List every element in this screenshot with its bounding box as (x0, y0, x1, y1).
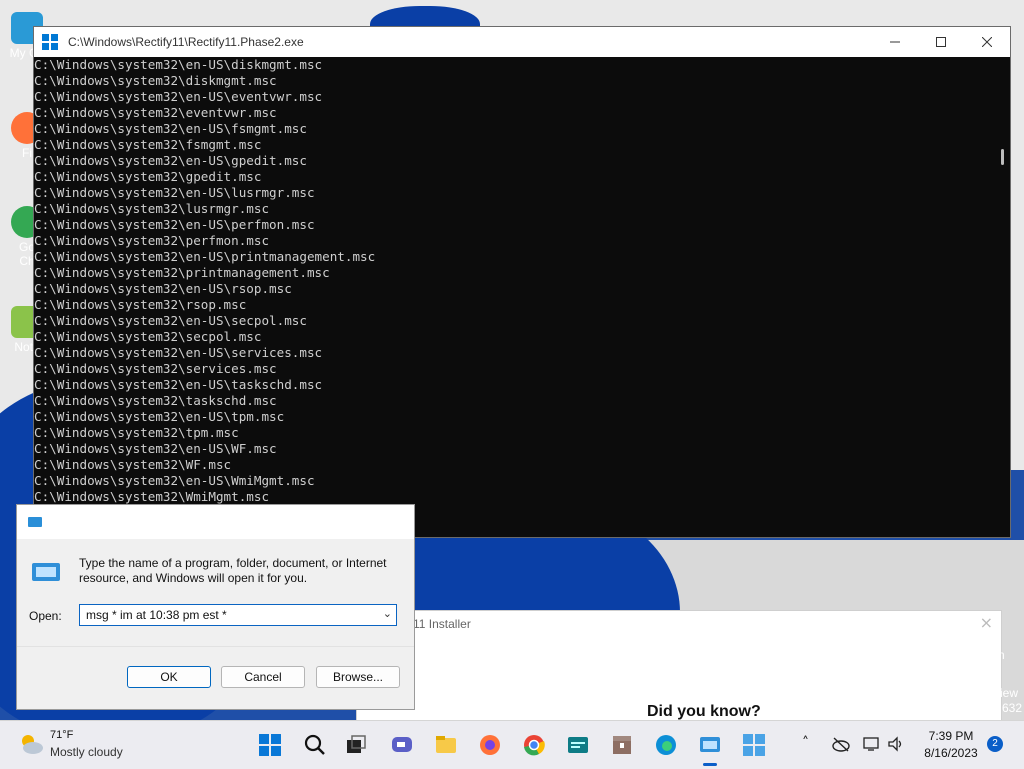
maximize-icon (936, 37, 946, 47)
run-titlebar[interactable] (17, 505, 414, 539)
chat-icon[interactable] (390, 733, 414, 757)
console-line: C:\Windows\system32\WF.msc (34, 457, 232, 472)
console-line: C:\Windows\system32\en-US\services.msc (34, 345, 323, 360)
console-line: C:\Windows\system32\secpol.msc (34, 329, 262, 344)
console-line: C:\Windows\system32\en-US\diskmgmt.msc (34, 57, 323, 72)
minimize-icon (890, 41, 900, 43)
partial-text: iew (1000, 686, 1019, 700)
network-icon[interactable] (863, 736, 881, 752)
console-line: C:\Windows\system32\eventvwr.msc (34, 105, 277, 120)
open-input[interactable]: msg * im at 10:38 pm est * (86, 608, 227, 622)
console-line: C:\Windows\system32\gpedit.msc (34, 169, 262, 184)
console-line: C:\Windows\system32\en-US\lusrmgr.msc (34, 185, 315, 200)
console-line: C:\Windows\system32\lusrmgr.msc (34, 201, 270, 216)
console-line: C:\Windows\system32\taskschd.msc (34, 393, 277, 408)
open-label: Open: (29, 609, 62, 623)
search-icon[interactable] (303, 733, 327, 757)
console-line: C:\Windows\system32\en-US\tpm.msc (34, 409, 285, 424)
weather-cloudy-icon[interactable] (18, 733, 44, 755)
run-dialog[interactable]: Type the name of a program, folder, docu… (16, 504, 415, 710)
console-line: C:\Windows\system32\en-US\secpol.msc (34, 313, 307, 328)
scrollbar-thumb[interactable] (1001, 149, 1004, 165)
cancel-button[interactable]: Cancel (221, 666, 305, 688)
notification-badge[interactable]: 2 (987, 736, 1003, 752)
package-icon[interactable] (610, 733, 634, 757)
maximize-button[interactable] (918, 27, 964, 57)
clock-time[interactable]: 7:39 PM (921, 729, 981, 743)
console-line: C:\Windows\system32\en-US\gpedit.msc (34, 153, 307, 168)
console-window[interactable]: C:\Windows\Rectify11\Rectify11.Phase2.ex… (34, 27, 1010, 537)
file-explorer-icon[interactable] (434, 733, 458, 757)
chrome-icon[interactable] (522, 733, 546, 757)
console-line: C:\Windows\system32\en-US\perfmon.msc (34, 217, 315, 232)
weather-desc[interactable]: Mostly cloudy (50, 745, 123, 759)
installer-title: 11 Installer (413, 617, 471, 631)
run-icon (28, 517, 42, 527)
console-line: C:\Windows\system32\tpm.msc (34, 425, 239, 440)
partial-text: 632 (1002, 701, 1023, 715)
ok-button[interactable]: OK (127, 666, 211, 688)
run-program-icon (32, 563, 60, 581)
app-icon (42, 34, 58, 50)
weather-temp[interactable]: 71°F (50, 729, 73, 741)
clock-date[interactable]: 8/16/2023 (916, 746, 986, 760)
open-combobox[interactable]: msg * im at 10:38 pm est * ⌄ (79, 604, 397, 626)
console-line: C:\Windows\system32\en-US\eventvwr.msc (34, 89, 323, 104)
onedrive-icon[interactable] (832, 736, 850, 752)
console-output: C:\Windows\system32\en-US\diskmgmt.msc C:… (34, 57, 994, 537)
console-line: C:\Windows\system32\en-US\WmiMgmt.msc (34, 473, 315, 488)
edge-icon[interactable] (654, 733, 678, 757)
chevron-down-icon[interactable]: ⌄ (383, 607, 392, 620)
close-icon (982, 37, 992, 47)
console-line: C:\Windows\system32\en-US\printmanagemen… (34, 249, 376, 264)
minimize-button[interactable] (872, 27, 918, 57)
run-description: Type the name of a program, folder, docu… (79, 556, 387, 585)
console-line: C:\Windows\system32\fsmgmt.msc (34, 137, 262, 152)
taskbar: 71°F Mostly cloudy ˄ 7:39 PM 8/16/2023 2 (0, 720, 1024, 769)
console-line: C:\Windows\system32\en-US\WF.msc (34, 441, 277, 456)
close-button[interactable] (964, 27, 1010, 57)
task-view-icon[interactable] (344, 733, 368, 757)
run-icon[interactable] (698, 733, 722, 757)
partial-text: n (998, 648, 1005, 662)
close-icon[interactable]: × (980, 613, 993, 632)
chevron-up-icon[interactable]: ˄ (802, 735, 809, 751)
installer-icon[interactable] (742, 733, 766, 757)
console-line: C:\Windows\system32\diskmgmt.msc (34, 73, 277, 88)
terminal-icon[interactable] (566, 733, 590, 757)
console-titlebar[interactable]: C:\Windows\Rectify11\Rectify11.Phase2.ex… (34, 27, 1010, 57)
console-line: C:\Windows\system32\rsop.msc (34, 297, 247, 312)
firefox-icon[interactable] (478, 733, 502, 757)
console-line: C:\Windows\system32\printmanagement.msc (34, 265, 330, 280)
browse-button[interactable]: Browse... (316, 666, 400, 688)
start-icon[interactable] (258, 733, 282, 757)
console-line: C:\Windows\system32\perfmon.msc (34, 233, 270, 248)
console-line: C:\Windows\system32\en-US\rsop.msc (34, 281, 292, 296)
volume-icon[interactable] (887, 736, 905, 752)
installer-window[interactable]: 11 Installer × Did you know? (356, 610, 1002, 722)
console-line: C:\Windows\system32\WmiMgmt.msc (34, 489, 270, 504)
window-title: C:\Windows\Rectify11\Rectify11.Phase2.ex… (68, 35, 304, 49)
console-line: C:\Windows\system32\services.msc (34, 361, 277, 376)
installer-heading: Did you know? (647, 703, 761, 720)
console-scrollbar[interactable] (994, 57, 1010, 537)
console-line: C:\Windows\system32\en-US\fsmgmt.msc (34, 121, 307, 136)
console-line: C:\Windows\system32\en-US\taskschd.msc (34, 377, 323, 392)
active-app-indicator (703, 763, 717, 766)
